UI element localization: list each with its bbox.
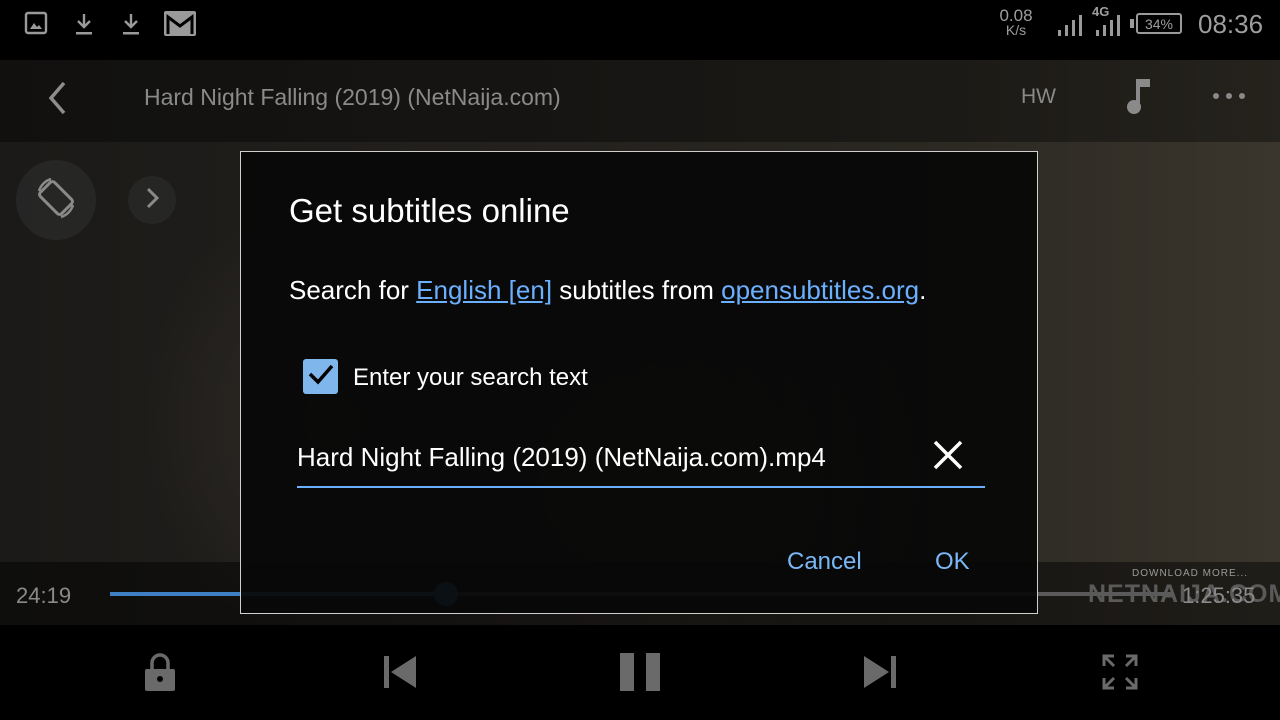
dialog-description: Search for English [en] subtitles from o… — [289, 275, 926, 306]
expand-panel-button[interactable] — [128, 176, 176, 224]
search-text-checkbox[interactable] — [303, 359, 338, 394]
pause-icon — [618, 651, 662, 698]
gmail-icon — [162, 8, 198, 43]
status-bar: 0.08 K/s 4G 34% 08:36 — [0, 0, 1280, 50]
dialog-title: Get subtitles online — [289, 192, 570, 229]
download-icon — [119, 10, 143, 43]
lock-icon — [142, 651, 178, 698]
next-button[interactable] — [856, 650, 904, 698]
current-time: 24:19 — [16, 583, 72, 608]
fullscreen-button[interactable] — [1096, 650, 1144, 698]
music-note-icon[interactable] — [1122, 76, 1152, 121]
battery-level: 34% — [1144, 15, 1174, 32]
close-icon[interactable] — [931, 438, 965, 477]
network-speed: 0.08 K/s — [996, 6, 1036, 38]
fullscreen-icon — [1100, 652, 1140, 697]
language-link[interactable]: English [en] — [416, 275, 552, 305]
signal-icon — [1094, 12, 1122, 43]
checkmark-icon — [307, 362, 335, 391]
watermark-small: DOWNLOAD MORE... — [1132, 568, 1249, 579]
opensubtitles-link[interactable]: opensubtitles.org — [721, 275, 919, 305]
network-speed-unit: K/s — [1005, 22, 1027, 38]
video-title: Hard Night Falling (2019) (NetNaija.com) — [144, 84, 561, 110]
ok-button[interactable]: OK — [935, 548, 970, 576]
description-middle: subtitles from — [552, 275, 722, 305]
chevron-right-icon — [142, 185, 162, 216]
gallery-icon — [24, 10, 48, 41]
pause-button[interactable] — [616, 650, 664, 698]
hw-decoder-button[interactable]: HW — [1021, 85, 1056, 109]
network-speed-value: 0.08 — [999, 6, 1033, 25]
screen-rotate-icon — [31, 173, 81, 228]
subtitles-dialog: Get subtitles online Search for English … — [240, 151, 1038, 614]
total-time: 1:25:35 — [1182, 583, 1256, 608]
cancel-button[interactable]: Cancel — [787, 548, 862, 576]
previous-button[interactable] — [376, 650, 424, 698]
download-icon — [72, 10, 96, 43]
battery-cap — [1130, 19, 1134, 28]
lock-button[interactable] — [136, 650, 184, 698]
description-suffix: . — [919, 275, 927, 305]
more-dots-icon[interactable] — [1210, 86, 1248, 111]
description-prefix: Search for — [289, 275, 417, 305]
screen-rotate-button[interactable] — [16, 160, 96, 240]
clock: 08:36 — [1198, 9, 1264, 39]
search-field[interactable]: Hard Night Falling (2019) (NetNaija.com)… — [297, 432, 985, 488]
signal-icon — [1056, 12, 1084, 43]
search-input[interactable]: Hard Night Falling (2019) (NetNaija.com)… — [297, 442, 826, 473]
battery-icon: 34% — [1136, 13, 1182, 34]
skip-previous-icon — [380, 652, 420, 697]
skip-next-icon — [860, 652, 900, 697]
back-arrow-icon[interactable] — [40, 78, 76, 118]
checkbox-label: Enter your search text — [353, 364, 588, 391]
